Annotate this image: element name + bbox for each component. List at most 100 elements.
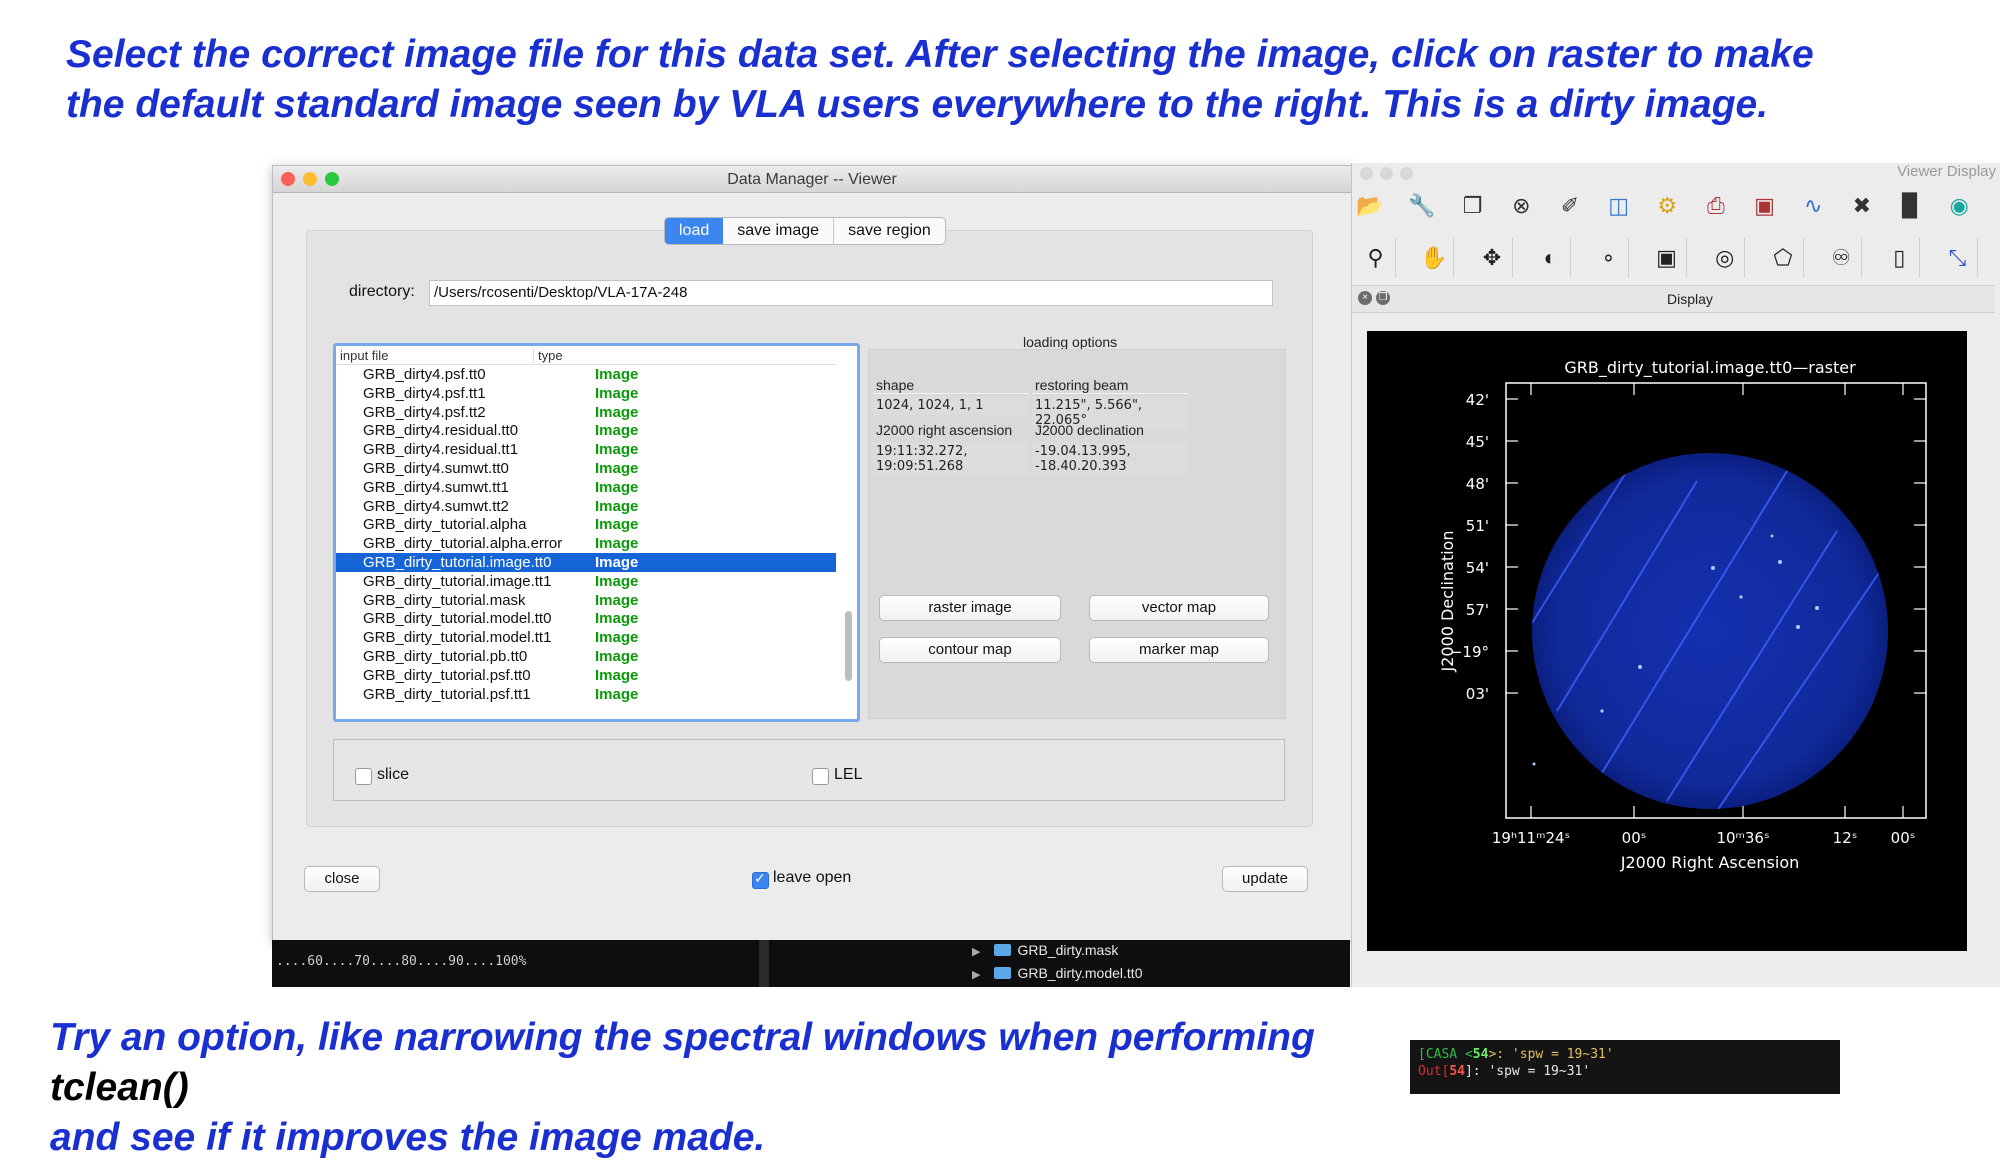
fit-icon[interactable]: ◉: [1947, 190, 1971, 222]
file-list-item[interactable]: GRB_dirty_tutorial.image.tt1 Image: [336, 572, 836, 591]
raster-image-button[interactable]: raster image: [879, 595, 1061, 621]
file-list-item[interactable]: GRB_dirty4.psf.tt2 Image: [336, 403, 836, 422]
zoom-icon[interactable]: ⚲: [1356, 238, 1397, 278]
display-canvas[interactable]: GRB_dirty_tutorial.image.tt0—raster 42' …: [1367, 331, 1967, 951]
shuffle-icon[interactable]: ✖: [1850, 190, 1874, 222]
dock-float-icon[interactable]: ❐: [1376, 291, 1390, 305]
tab-load[interactable]: load: [665, 218, 724, 244]
dock-close-icon[interactable]: ×: [1358, 291, 1372, 305]
file-list-item[interactable]: GRB_dirty4.residual.tt0 Image: [336, 421, 836, 440]
polygon-region-icon[interactable]: ⬠: [1763, 238, 1804, 278]
profile-icon[interactable]: ∿: [1801, 190, 1825, 222]
dec-value: -19.04.13.995, -18.40.20.393: [1032, 442, 1188, 476]
histogram-icon[interactable]: ▉: [1899, 190, 1923, 222]
lel-label: LEL: [834, 766, 863, 783]
preferences-icon[interactable]: ⚙: [1655, 190, 1679, 222]
window-button-icon[interactable]: [1380, 167, 1393, 180]
ellipse-region-icon[interactable]: ◎: [1705, 238, 1746, 278]
close-circle-icon[interactable]: ⊗: [1509, 190, 1533, 222]
ruler-icon[interactable]: ▯: [1880, 238, 1920, 278]
disclosure-triangle-icon[interactable]: ▶: [972, 969, 980, 981]
file-list[interactable]: input file type GRB_dirty4.psf.tt0 Image G…: [333, 343, 860, 722]
contour-map-button[interactable]: contour map: [879, 637, 1061, 663]
close-button[interactable]: close: [304, 866, 380, 892]
window-button-icon[interactable]: [1360, 167, 1373, 180]
dec-tick-label: 42': [1466, 391, 1489, 409]
file-type: Image: [595, 384, 639, 402]
folder-item[interactable]: ▶ GRB_dirty.mask: [972, 942, 1118, 958]
window-button-icon[interactable]: [1400, 167, 1413, 180]
plot-title: GRB_dirty_tutorial.image.tt0—raster: [1564, 358, 1856, 378]
print-icon[interactable]: ⎙: [1704, 190, 1728, 222]
color-stretch-icon[interactable]: ◐: [1531, 238, 1571, 278]
progress-text: ....60....70....80....90....100%: [276, 954, 527, 969]
file-list-scrollbar[interactable]: [845, 611, 852, 681]
primary-beam-disk: [1532, 453, 1888, 809]
file-name: GRB_dirty_tutorial.image.tt1: [363, 572, 552, 590]
open-folder-icon[interactable]: 📂: [1356, 190, 1383, 222]
x-axis-label: J2000 Right Ascension: [1620, 853, 1800, 872]
tab-save-region[interactable]: save region: [833, 218, 945, 244]
save-image-icon[interactable]: ▣: [1753, 190, 1777, 222]
move-cross-icon[interactable]: ✥: [1472, 238, 1513, 278]
file-list-item[interactable]: GRB_dirty_tutorial.psf.tt1 Image: [336, 685, 836, 704]
new-panel-icon[interactable]: ◫: [1607, 190, 1631, 222]
lel-checkbox[interactable]: [812, 768, 829, 785]
file-list-item[interactable]: GRB_dirty4.sumwt.tt1 Image: [336, 478, 836, 497]
ra-value: 19:11:32.272, 19:09:51.268: [873, 442, 1029, 476]
file-name: GRB_dirty_tutorial.image.tt0: [363, 553, 552, 571]
slice-label: slice: [377, 766, 410, 783]
file-list-item[interactable]: GRB_dirty_tutorial.alpha Image: [336, 515, 836, 534]
file-list-item[interactable]: GRB_dirty4.residual.tt1 Image: [336, 440, 836, 459]
casa-input-line: [CASA <54>: 'spw = 19~31': [1418, 1046, 1832, 1063]
update-button[interactable]: update: [1222, 866, 1308, 892]
folder-item[interactable]: ▶ GRB_dirty.model.tt0: [972, 965, 1142, 981]
polyline-icon[interactable]: ♾: [1822, 238, 1862, 278]
file-name: GRB_dirty4.psf.tt1: [363, 384, 486, 402]
copy-icon[interactable]: ❐: [1461, 190, 1485, 222]
file-list-item[interactable]: GRB_dirty_tutorial.image.tt0 Image: [336, 552, 836, 572]
file-list-item[interactable]: GRB_dirty_tutorial.model.tt1 Image: [336, 628, 836, 647]
point-icon[interactable]: ∘: [1589, 238, 1629, 278]
brush-icon[interactable]: ✐: [1558, 190, 1582, 222]
pan-hand-icon[interactable]: ✋: [1414, 238, 1455, 278]
disclosure-triangle-icon[interactable]: ▶: [972, 946, 980, 958]
file-type: Image: [595, 572, 639, 590]
file-name: GRB_dirty_tutorial.alpha.error: [363, 535, 563, 553]
file-type: Image: [595, 441, 639, 459]
file-list-item[interactable]: GRB_dirty_tutorial.mask Image: [336, 591, 836, 610]
leave-open-checkbox[interactable]: [752, 870, 769, 889]
file-list-item[interactable]: GRB_dirty4.sumwt.tt2 Image: [336, 497, 836, 516]
slice-checkbox[interactable]: [355, 768, 372, 785]
caption-bottom-line2: and see if it improves the image made.: [50, 1116, 766, 1159]
vector-map-button[interactable]: vector map: [1089, 595, 1269, 621]
directory-input[interactable]: /Users/rcosenti/Desktop/VLA-17A-248: [429, 280, 1273, 306]
column-header-type[interactable]: type: [533, 348, 563, 363]
tab-save-image[interactable]: save image: [723, 218, 833, 244]
distance-icon[interactable]: ⤡: [1938, 238, 1979, 278]
file-list-item[interactable]: GRB_dirty_tutorial.psf.tt0 Image: [336, 666, 836, 685]
file-list-item[interactable]: GRB_dirty_tutorial.alpha.error Image: [336, 534, 836, 553]
rectangle-region-icon[interactable]: ▣: [1647, 238, 1688, 278]
file-name: GRB_dirty4.sumwt.tt0: [363, 459, 509, 477]
file-list-item[interactable]: GRB_dirty4.psf.tt0 Image: [336, 365, 836, 384]
file-list-item[interactable]: GRB_dirty4.psf.tt1 Image: [336, 384, 836, 403]
file-list-item[interactable]: GRB_dirty4.sumwt.tt0 Image: [336, 459, 836, 478]
folder-name: GRB_dirty.model.tt0: [1017, 965, 1143, 981]
wrench-icon[interactable]: 🔧: [1408, 190, 1435, 222]
divider: [873, 393, 1029, 394]
file-type: Image: [595, 497, 639, 515]
window-titlebar[interactable]: Data Manager -- Viewer: [273, 166, 1351, 193]
casa-out-prefix: Out[: [1418, 1064, 1450, 1079]
marker-map-button[interactable]: marker map: [1089, 637, 1269, 663]
file-type: Image: [595, 629, 639, 647]
raster-plot: GRB_dirty_tutorial.image.tt0—raster 42' …: [1438, 358, 1927, 872]
file-name: GRB_dirty_tutorial.mask: [363, 591, 526, 609]
file-name: GRB_dirty4.psf.tt0: [363, 366, 486, 383]
casa-prompt-prefix: [CASA <: [1418, 1047, 1473, 1062]
display-dock-bar: × ❐ Display: [1352, 285, 1995, 313]
column-header-input-file[interactable]: input file: [340, 348, 388, 363]
file-list-item[interactable]: GRB_dirty_tutorial.model.tt0 Image: [336, 609, 836, 628]
y-axis-label: J2000 Declination: [1438, 531, 1457, 673]
file-list-item[interactable]: GRB_dirty_tutorial.pb.tt0 Image: [336, 647, 836, 666]
